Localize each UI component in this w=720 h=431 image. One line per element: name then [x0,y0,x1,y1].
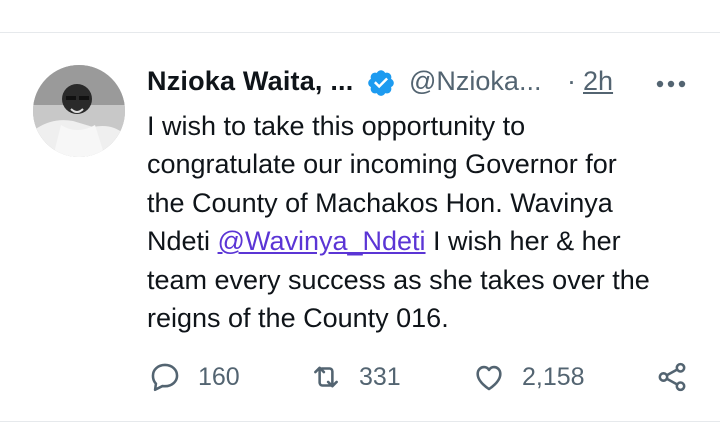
reply-count: 160 [198,362,240,391]
display-name[interactable]: Nzioka Waita, ... [147,66,353,97]
share-icon [658,362,686,392]
share-button[interactable] [655,355,689,399]
separator-dot: · [567,66,576,96]
like-icon [476,365,502,391]
reply-button[interactable]: 160 [148,355,240,399]
bottom-divider [0,421,720,422]
tweet-header: Nzioka Waita, ... @Nzioka... · 2h [147,62,707,102]
user-handle[interactable]: @Nzioka... [409,66,541,97]
like-button[interactable]: 2,158 [472,355,585,399]
tweet-timestamp[interactable]: 2h [583,66,613,97]
tweet-text: I wish to take this opportunity to congr… [147,107,707,337]
action-bar: 160 331 2,158 [0,355,720,399]
top-divider [0,32,720,33]
more-icon[interactable] [655,74,687,94]
reply-icon [151,363,179,392]
like-count: 2,158 [522,362,585,391]
retweet-count: 331 [359,362,401,391]
retweet-icon [314,366,338,388]
retweet-button[interactable]: 331 [309,355,401,399]
mention-link[interactable]: @Wavinya_Ndeti [218,226,426,256]
verified-badge-icon [368,70,394,96]
avatar[interactable] [33,65,125,157]
